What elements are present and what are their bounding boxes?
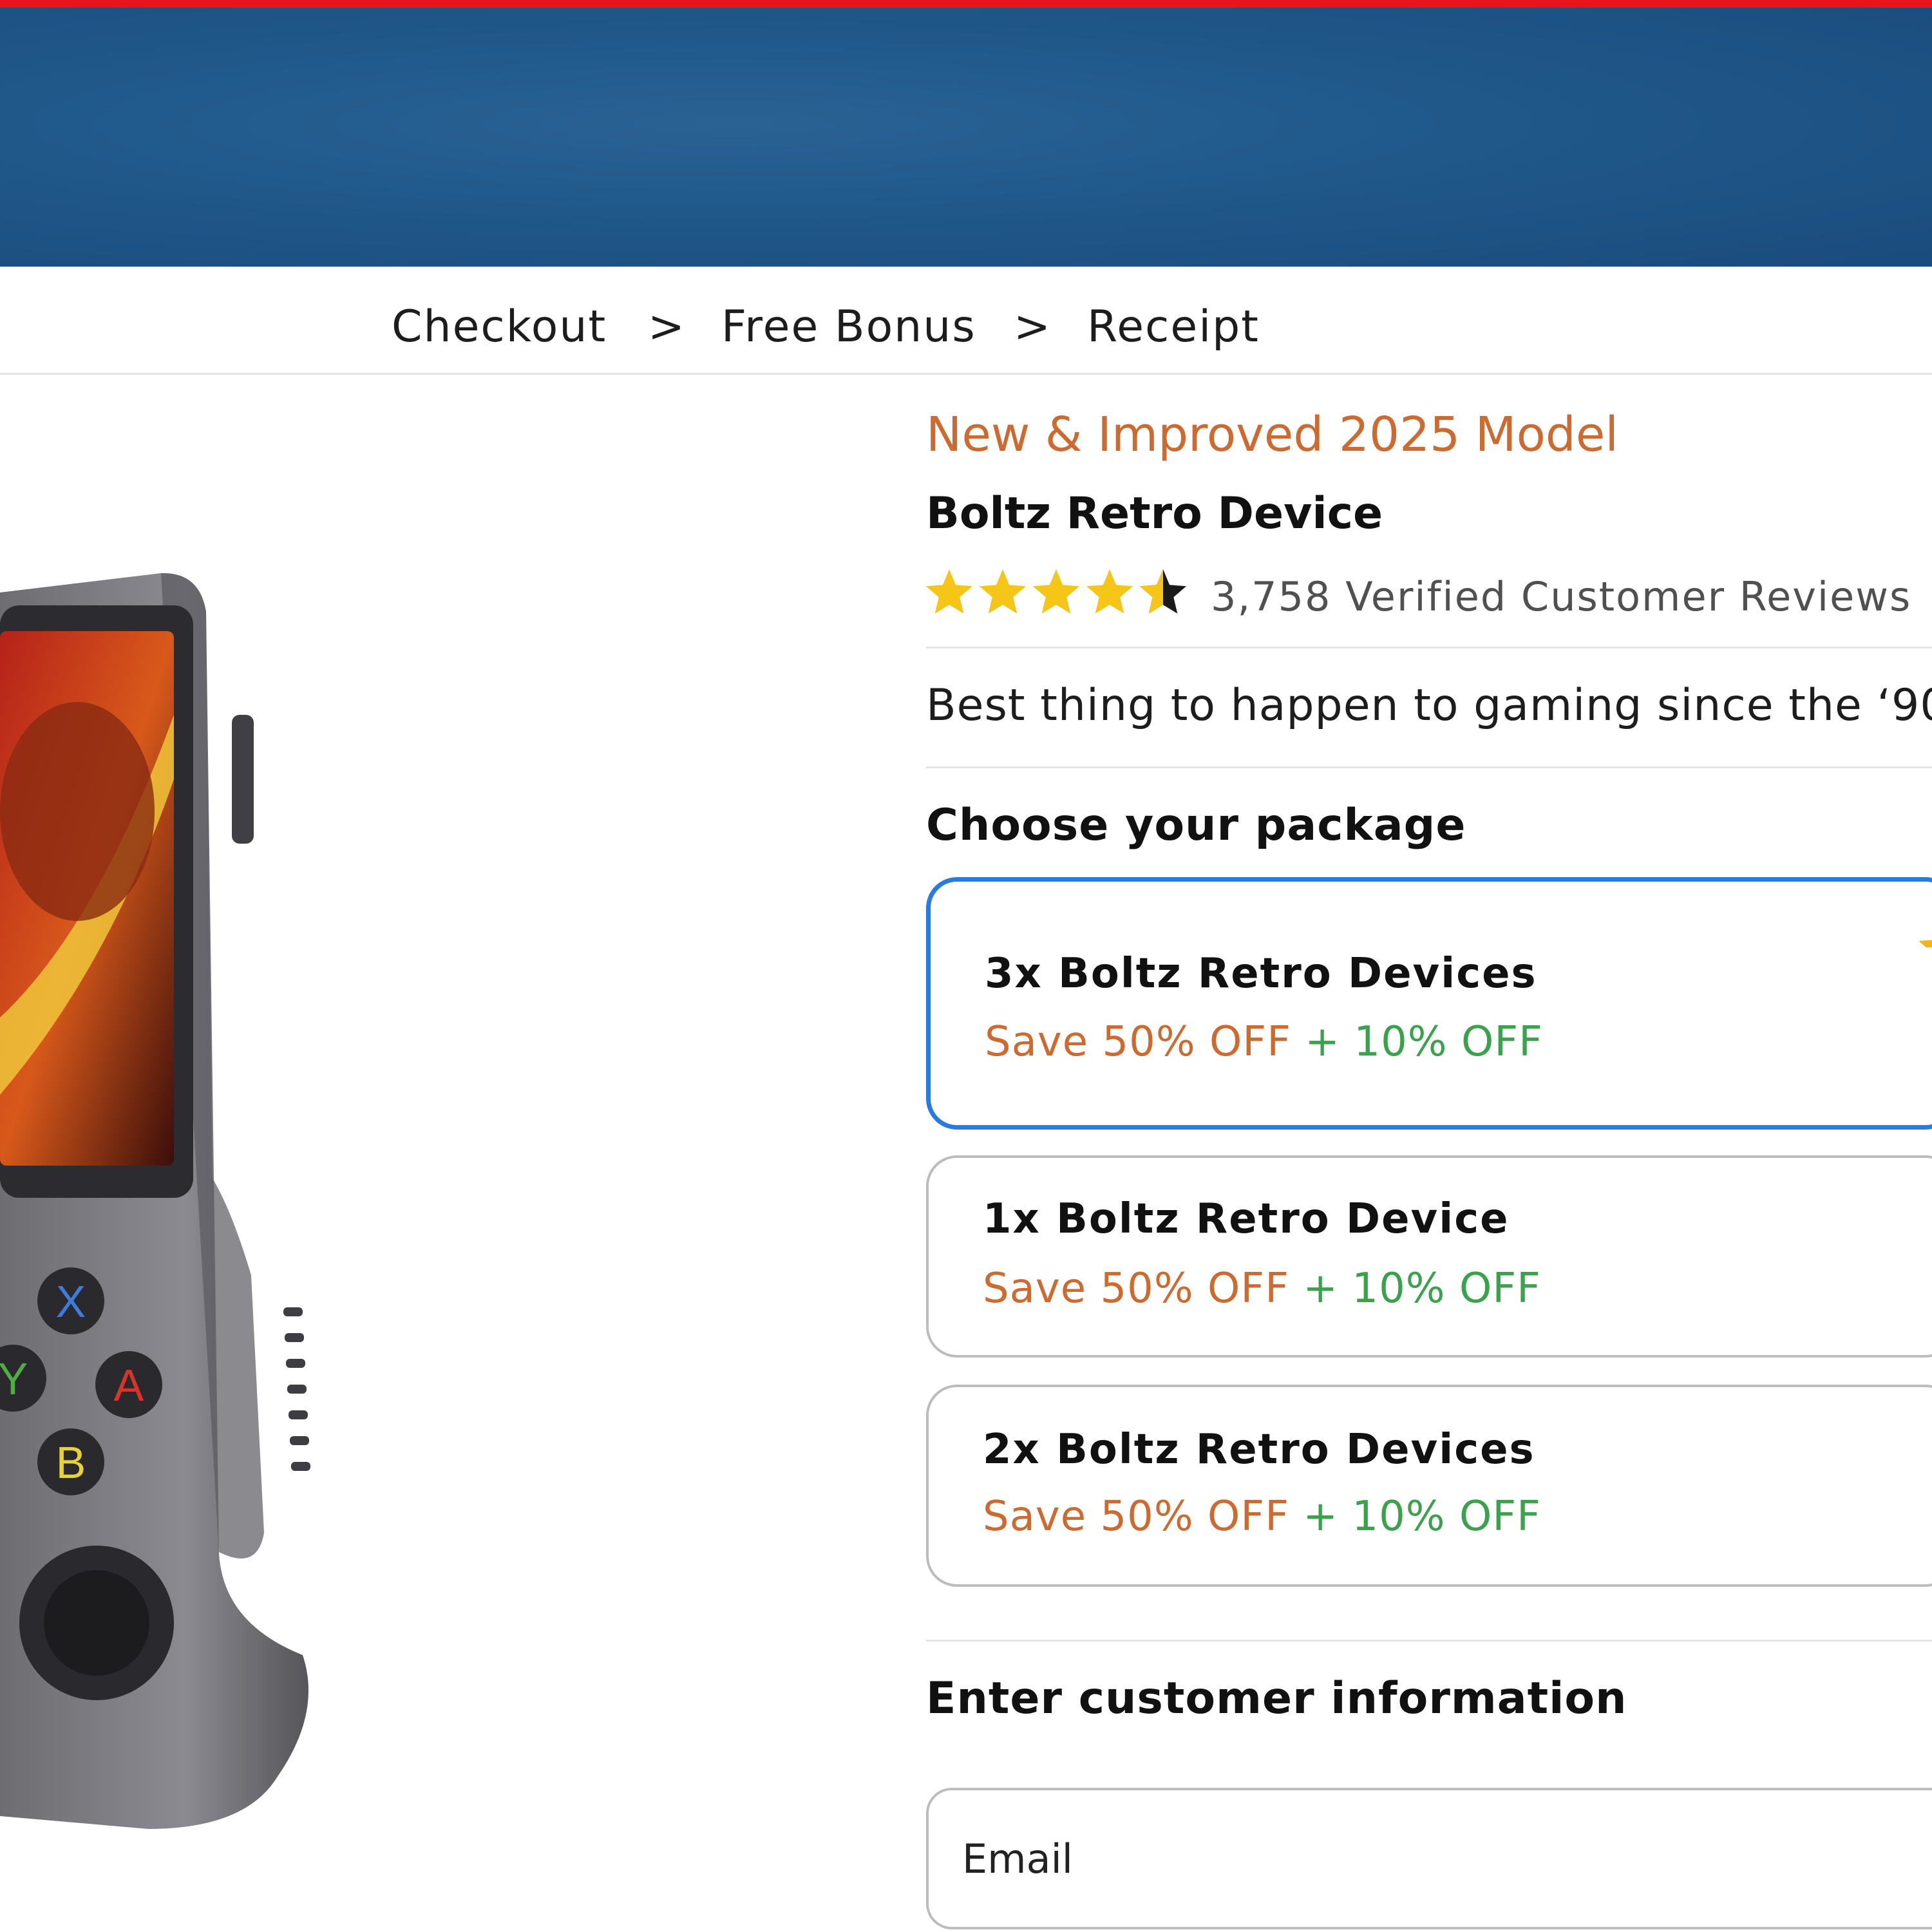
svg-text:X: X bbox=[56, 1276, 86, 1327]
chevron-right-icon: > bbox=[648, 301, 685, 352]
offer-extra-discount: + 10% OFF bbox=[1303, 1493, 1541, 1540]
breadcrumb-item-checkout[interactable]: Checkout bbox=[392, 301, 607, 352]
half-star-icon bbox=[1139, 569, 1187, 614]
offer-extra-discount: + 10% OFF bbox=[1303, 1265, 1541, 1312]
package-offer: Save 50% OFF + 10% OFF bbox=[983, 1493, 1541, 1540]
svg-text:Y: Y bbox=[0, 1354, 28, 1404]
customer-info-heading: Enter customer information bbox=[926, 1673, 1627, 1724]
offer-discount: Save 50% OFF bbox=[985, 1018, 1292, 1066]
hero-banner bbox=[0, 8, 1932, 267]
product-subtitle: New & Improved 2025 Model bbox=[926, 407, 1618, 462]
package-name: 1x Boltz Retro Device bbox=[983, 1195, 1510, 1243]
package-section-heading: Choose your package bbox=[926, 800, 1466, 851]
star-rating bbox=[926, 569, 1187, 614]
package-name: 3x Boltz Retro Devices bbox=[985, 950, 1537, 998]
package-option-1x[interactable]: 1x Boltz Retro Device Save 50% OFF + 10%… bbox=[926, 1155, 1932, 1358]
star-icon bbox=[926, 569, 973, 614]
offer-extra-discount: + 10% OFF bbox=[1305, 1018, 1543, 1066]
breadcrumb-item-free-bonus[interactable]: Free Bonus bbox=[721, 301, 976, 352]
product-tagline: Best thing to happen to gaming since the… bbox=[926, 680, 1932, 731]
offer-discount: Save 50% OFF bbox=[983, 1493, 1290, 1540]
breadcrumb: Checkout > Free Bonus > Receipt bbox=[0, 267, 1932, 375]
review-count[interactable]: 3,758 Verified Customer Reviews bbox=[1211, 573, 1911, 620]
svg-text:A: A bbox=[114, 1360, 144, 1410]
star-icon bbox=[1032, 569, 1080, 614]
package-option-3x[interactable]: 3x Boltz Retro Devices Save 50% OFF + 10… bbox=[926, 877, 1932, 1130]
star-icon bbox=[1920, 940, 1932, 947]
top-stripe bbox=[0, 0, 1932, 8]
product-title: Boltz Retro Device bbox=[926, 488, 1383, 539]
divider bbox=[926, 766, 1932, 768]
package-offer: Save 50% OFF + 10% OFF bbox=[985, 1018, 1543, 1066]
star-icon bbox=[979, 569, 1027, 614]
divider bbox=[926, 1640, 1932, 1642]
breadcrumb-item-receipt[interactable]: Receipt bbox=[1087, 301, 1260, 352]
package-offer: Save 50% OFF + 10% OFF bbox=[983, 1265, 1541, 1312]
chevron-right-icon: > bbox=[1014, 301, 1050, 352]
svg-text:B: B bbox=[56, 1437, 86, 1488]
offer-discount: Save 50% OFF bbox=[983, 1265, 1290, 1312]
package-name: 2x Boltz Retro Devices bbox=[983, 1426, 1535, 1473]
star-icon bbox=[1086, 569, 1133, 614]
divider bbox=[926, 647, 1932, 649]
product-image: X A Y B bbox=[0, 573, 310, 1829]
package-option-2x[interactable]: 2x Boltz Retro Devices Save 50% OFF + 10… bbox=[926, 1385, 1932, 1587]
email-input[interactable] bbox=[926, 1788, 1932, 1929]
